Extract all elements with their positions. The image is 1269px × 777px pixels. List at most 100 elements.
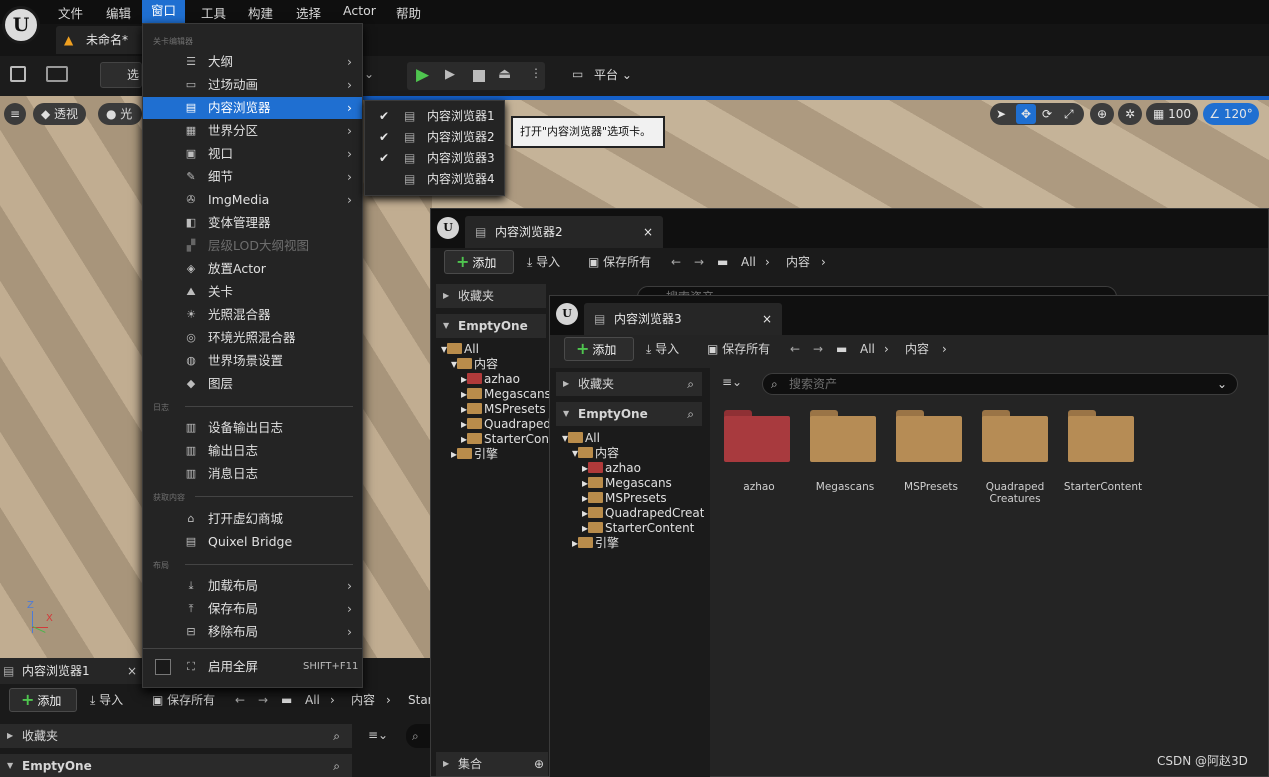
menu-select[interactable]: 选择 — [296, 3, 321, 23]
filter-icon[interactable]: ≡⌄ — [368, 728, 388, 742]
tree-item-megascans[interactable]: ▸ Megascans — [562, 476, 704, 491]
content-browser-3-tab[interactable]: ▤ 内容浏览器3 × — [584, 303, 782, 335]
tree-item-quadraped[interactable]: ▸QuadrapedCreatures — [562, 506, 704, 521]
play-icon[interactable]: ▶ — [416, 65, 429, 85]
menu-item-remove-layout[interactable]: ⊟ 移除布局 › — [143, 621, 362, 643]
tree-item-startercontent[interactable]: ▸ StarterContent — [562, 521, 704, 536]
favorites-header[interactable]: ▶ 收藏夹 ⌕ — [0, 724, 352, 748]
path-all[interactable]: All — [860, 339, 875, 359]
menu-item-world-settings[interactable]: ◍ 世界场景设置 — [143, 350, 362, 372]
favorites-header[interactable]: ▶ 收藏夹 ⌕ — [556, 372, 702, 396]
perspective-button[interactable]: ◆ 透视 — [33, 103, 87, 125]
select-mode-button[interactable]: 选 — [100, 62, 142, 88]
menu-actor[interactable]: Actor — [343, 3, 376, 23]
history-forward-icon[interactable]: → — [694, 252, 704, 272]
tree-item-azhao[interactable]: ▸ azhao — [562, 461, 704, 476]
add-button[interactable]: + 添加 — [564, 337, 634, 361]
move-icon[interactable]: ✥ — [1016, 104, 1036, 124]
asset-folder-startercontent[interactable] — [1068, 410, 1134, 462]
asset-folder-azhao[interactable] — [724, 410, 790, 462]
menu-item-content-browser[interactable]: ▤ 内容浏览器 › — [143, 97, 362, 119]
menu-item-place-actors[interactable]: ◈ 放置Actor — [143, 258, 362, 280]
history-back-icon[interactable]: ← — [671, 252, 681, 272]
tree-item-engine[interactable]: ▸ 引擎 — [562, 536, 704, 551]
add-collection-icon[interactable]: ⊕ — [534, 752, 544, 776]
menu-item-fullscreen[interactable]: ⛶ 启用全屏 SHIFT+F11 — [143, 656, 362, 678]
save-icon[interactable] — [10, 66, 26, 82]
project-header[interactable]: ▼ EmptyOne ⌕ — [0, 754, 352, 777]
menu-file[interactable]: 文件 — [58, 3, 83, 23]
history-back-icon[interactable]: ← — [235, 690, 245, 710]
path-starter[interactable]: Star — [408, 690, 433, 710]
menu-item-marketplace[interactable]: ⌂ 打开虚幻商城 — [143, 508, 362, 530]
menu-item-imgmedia[interactable]: ✇ ImgMedia › — [143, 189, 362, 211]
menu-build[interactable]: 构建 — [248, 3, 273, 23]
tree-item-all[interactable]: ▾ All — [562, 431, 704, 446]
path-all[interactable]: All — [305, 690, 320, 710]
grid-snap-button[interactable]: ▦ 100 — [1146, 103, 1198, 125]
menu-item-quixel-bridge[interactable]: ▤ Quixel Bridge — [143, 531, 362, 553]
search-icon[interactable]: ⌕ — [333, 724, 340, 748]
menu-item-output-log[interactable]: ▥ 输出日志 — [143, 440, 362, 462]
content-icon[interactable] — [46, 66, 68, 82]
path-content[interactable]: 内容 — [351, 690, 375, 710]
rotate-icon[interactable]: ⟳ — [1042, 103, 1052, 125]
add-button[interactable]: + 添加 — [444, 250, 514, 274]
path-content[interactable]: 内容 — [786, 252, 810, 272]
submenu-item-content-browser-3[interactable]: ✔ ▤ 内容浏览器3 — [365, 148, 504, 169]
path-content[interactable]: 内容 — [905, 339, 929, 359]
menu-item-save-layout[interactable]: ⤒ 保存布局 › — [143, 598, 362, 620]
history-back-icon[interactable]: ← — [790, 339, 800, 359]
menu-item-variant-manager[interactable]: ◧ 变体管理器 — [143, 212, 362, 234]
asset-folder-megascans[interactable] — [810, 410, 876, 462]
history-forward-icon[interactable]: → — [258, 690, 268, 710]
world-local-icon[interactable]: ⊕ — [1090, 103, 1114, 125]
menu-window[interactable]: 窗口 — [142, 0, 186, 23]
stop-icon[interactable] — [473, 70, 485, 82]
import-button[interactable]: ⤓ 导入 — [646, 339, 679, 359]
search-icon[interactable]: ⌕ — [687, 372, 694, 396]
scale-icon[interactable]: ⤢ — [1064, 103, 1074, 125]
import-button[interactable]: ⤓ 导入 — [527, 252, 560, 272]
filter-icon[interactable]: ≡⌄ — [722, 375, 742, 389]
menu-item-env-light-mixer[interactable]: ◎ 环境光照混合器 — [143, 327, 362, 349]
menu-item-load-layout[interactable]: ⤓ 加载布局 › — [143, 575, 362, 597]
search-icon[interactable]: ⌕ — [333, 754, 340, 777]
menu-item-world-partition[interactable]: ▦ 世界分区 › — [143, 120, 362, 142]
menu-edit[interactable]: 编辑 — [106, 3, 131, 23]
menu-tools[interactable]: 工具 — [201, 3, 226, 23]
history-forward-icon[interactable]: → — [813, 339, 823, 359]
save-all-button[interactable]: ▣ 保存所有 — [588, 252, 651, 272]
viewport-menu-button[interactable]: ≡ — [4, 103, 26, 125]
collections-header[interactable]: ▶ 集合 ⊕ — [436, 752, 548, 776]
level-tab[interactable]: ▲ 未命名* — [56, 26, 146, 54]
add-button[interactable]: + 添加 — [9, 688, 77, 712]
rotation-snap-button[interactable]: ∠ 120° — [1203, 103, 1259, 125]
content-browser-2-tab[interactable]: ▤ 内容浏览器2 × — [465, 216, 663, 248]
lighting-button[interactable]: ● 光 — [98, 103, 142, 125]
fullscreen-checkbox[interactable] — [155, 659, 171, 675]
submenu-item-content-browser-2[interactable]: ✔ ▤ 内容浏览器2 — [365, 127, 504, 148]
menu-item-outliner[interactable]: ☰ 大纲 › — [143, 51, 362, 73]
menu-help[interactable]: 帮助 — [396, 3, 421, 23]
chevron-down-icon[interactable]: ⌄ — [1217, 374, 1227, 394]
close-icon[interactable]: × — [643, 216, 653, 248]
asset-folder-quadraped[interactable] — [982, 410, 1048, 462]
asset-folder-mspresets[interactable] — [896, 410, 962, 462]
menu-item-message-log[interactable]: ▥ 消息日志 — [143, 463, 362, 485]
step-icon[interactable]: ▶ — [445, 67, 455, 82]
close-icon[interactable]: × — [127, 658, 137, 684]
content-browser-1-tab[interactable]: ▤ 内容浏览器1 × — [0, 658, 145, 684]
menu-item-layers[interactable]: ◆ 图层 — [143, 373, 362, 395]
select-cursor-icon[interactable]: ➤ — [996, 103, 1006, 125]
surface-snap-icon[interactable]: ✲ — [1118, 103, 1142, 125]
search-icon[interactable]: ⌕ — [687, 402, 694, 426]
project-header[interactable]: ▼ EmptyOne — [436, 314, 546, 338]
tree-item-mspresets[interactable]: ▸ MSPresets — [562, 491, 704, 506]
menu-item-device-output-log[interactable]: ▥ 设备输出日志 — [143, 417, 362, 439]
platform-button[interactable]: 平台 ⌄ — [594, 66, 632, 83]
menu-item-cinematics[interactable]: ▭ 过场动画 › — [143, 74, 362, 96]
unreal-logo-icon[interactable]: U — [2, 6, 40, 44]
submenu-item-content-browser-1[interactable]: ✔ ▤ 内容浏览器1 — [365, 106, 504, 127]
save-all-button[interactable]: ▣ 保存所有 — [707, 339, 770, 359]
